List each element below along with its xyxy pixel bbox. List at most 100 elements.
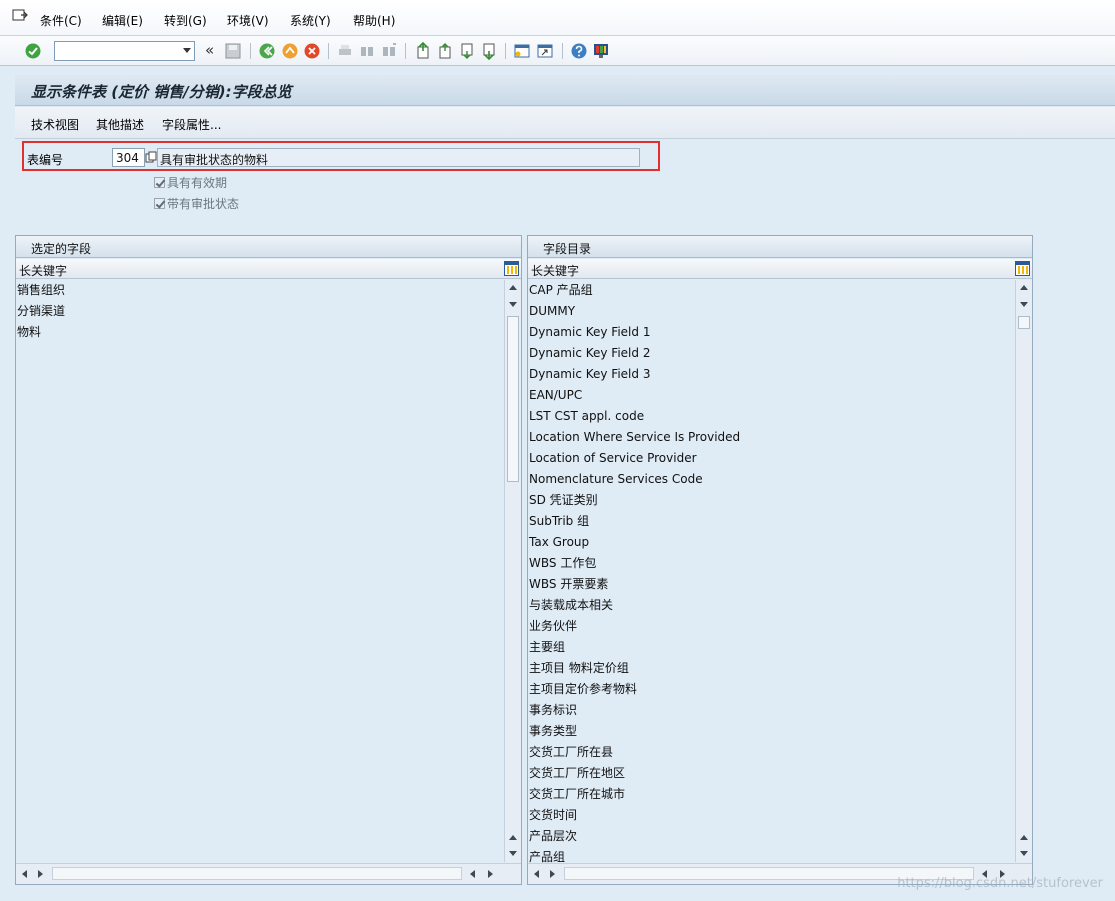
list-item[interactable]: 主项目定价参考物料 xyxy=(528,679,1014,700)
scroll-down-icon[interactable] xyxy=(1020,851,1028,856)
scroll-thumb[interactable] xyxy=(1018,316,1030,329)
menu-help[interactable]: 帮助(H) xyxy=(353,12,395,29)
command-input[interactable] xyxy=(55,42,175,60)
help-icon[interactable] xyxy=(570,42,588,60)
selected-fields-column-header[interactable]: 长关键字 xyxy=(16,259,521,279)
table-number-field[interactable]: 304 xyxy=(112,148,145,167)
last-page-icon[interactable] xyxy=(480,42,498,60)
print-icon[interactable] xyxy=(336,42,354,60)
list-item[interactable]: 产品层次 xyxy=(528,826,1014,847)
scroll-right-icon[interactable] xyxy=(38,870,43,878)
command-field[interactable] xyxy=(54,41,195,61)
scroll-right-icon[interactable] xyxy=(550,870,555,878)
scroll-up-icon[interactable] xyxy=(509,835,517,840)
scroll-down-icon[interactable] xyxy=(509,851,517,856)
scroll-thumb[interactable] xyxy=(507,316,519,482)
list-item[interactable]: Nomenclature Services Code xyxy=(528,469,1014,490)
standard-toolbar: « xyxy=(0,36,1115,66)
toolbar-separator xyxy=(562,43,563,59)
scroll-right-icon[interactable] xyxy=(488,870,493,878)
create-session-icon[interactable] xyxy=(513,42,531,60)
menu-goto[interactable]: 转到(G) xyxy=(164,12,207,29)
find-next-icon[interactable] xyxy=(380,42,398,60)
list-item[interactable]: 交货工厂所在城市 xyxy=(528,784,1014,805)
chevron-down-icon[interactable] xyxy=(183,48,191,53)
list-item[interactable]: SubTrib 组 xyxy=(528,511,1014,532)
list-item[interactable]: Dynamic Key Field 2 xyxy=(528,343,1014,364)
checkbox-checked-icon xyxy=(154,177,165,188)
list-item[interactable]: 与装载成本相关 xyxy=(528,595,1014,616)
list-item[interactable]: 销售组织 xyxy=(16,280,503,301)
next-page-icon[interactable] xyxy=(458,42,476,60)
list-item[interactable]: WBS 开票要素 xyxy=(528,574,1014,595)
list-item[interactable]: 交货时间 xyxy=(528,805,1014,826)
previous-page-icon[interactable] xyxy=(436,42,454,60)
list-item[interactable]: Location of Service Provider xyxy=(528,448,1014,469)
selected-fields-vscrollbar[interactable] xyxy=(504,280,521,862)
scroll-left-icon[interactable] xyxy=(470,870,475,878)
watermark: https://blog.csdn.net/stuforever xyxy=(897,876,1103,891)
field-catalog-vscrollbar[interactable] xyxy=(1015,280,1032,862)
column-header-label: 长关键字 xyxy=(531,264,580,278)
first-page-icon[interactable] xyxy=(414,42,432,60)
selected-fields-title: 选定的字段 xyxy=(31,242,92,256)
menu-edit[interactable]: 编辑(E) xyxy=(102,12,143,29)
list-item[interactable]: WBS 工作包 xyxy=(528,553,1014,574)
field-attributes-button[interactable]: 字段属性... xyxy=(162,116,221,133)
list-item[interactable]: Dynamic Key Field 3 xyxy=(528,364,1014,385)
column-layout-icon[interactable] xyxy=(1015,261,1030,276)
find-icon[interactable] xyxy=(358,42,376,60)
scroll-down-icon[interactable] xyxy=(509,302,517,307)
selected-fields-title-bar: 选定的字段 xyxy=(16,236,521,258)
title-bar: 显示条件表 (定价 销售/分销):字段总览 xyxy=(15,75,1115,106)
toolbar-separator xyxy=(405,43,406,59)
scroll-left-icon[interactable] xyxy=(534,870,539,878)
list-item[interactable]: CAP 产品组 xyxy=(528,280,1014,301)
list-item[interactable]: 业务伙伴 xyxy=(528,616,1014,637)
field-catalog-list: CAP 产品组 DUMMY Dynamic Key Field 1 Dynamic K… xyxy=(528,280,1014,868)
list-item[interactable]: 交货工厂所在地区 xyxy=(528,763,1014,784)
scroll-left-icon[interactable] xyxy=(22,870,27,878)
back-glyph[interactable]: « xyxy=(205,41,214,59)
scroll-up-icon[interactable] xyxy=(509,285,517,290)
hscroll-thumb[interactable] xyxy=(52,867,462,880)
list-item[interactable]: DUMMY xyxy=(528,301,1014,322)
list-item[interactable]: LST CST appl. code xyxy=(528,406,1014,427)
field-catalog-column-header[interactable]: 长关键字 xyxy=(528,259,1032,279)
save-icon[interactable] xyxy=(224,42,242,60)
menu-conditions[interactable]: 条件(C) xyxy=(40,12,82,29)
app-menu-icon[interactable] xyxy=(12,9,28,23)
scroll-up-icon[interactable] xyxy=(1020,285,1028,290)
page-title: 显示条件表 (定价 销售/分销):字段总览 xyxy=(31,83,292,101)
toolbar-separator xyxy=(328,43,329,59)
list-item[interactable]: 事务类型 xyxy=(528,721,1014,742)
list-item[interactable]: EAN/UPC xyxy=(528,385,1014,406)
list-item[interactable]: Dynamic Key Field 1 xyxy=(528,322,1014,343)
list-item[interactable]: Tax Group xyxy=(528,532,1014,553)
approval-status-label: 带有审批状态 xyxy=(167,197,240,211)
column-layout-icon[interactable] xyxy=(504,261,519,276)
menu-system[interactable]: 系统(Y) xyxy=(290,12,331,29)
cancel-icon[interactable] xyxy=(303,42,321,60)
list-item[interactable]: 事务标识 xyxy=(528,700,1014,721)
list-item[interactable]: 主项目 物料定价组 xyxy=(528,658,1014,679)
list-item[interactable]: 交货工厂所在县 xyxy=(528,742,1014,763)
menu-environment[interactable]: 环境(V) xyxy=(227,12,269,29)
list-item[interactable]: 分销渠道 xyxy=(16,301,503,322)
back-icon[interactable] xyxy=(258,42,276,60)
list-item[interactable]: 物料 xyxy=(16,322,503,343)
shortcut-icon[interactable] xyxy=(536,42,554,60)
scroll-down-icon[interactable] xyxy=(1020,302,1028,307)
list-item[interactable]: Location Where Service Is Provided xyxy=(528,427,1014,448)
other-description-button[interactable]: 其他描述 xyxy=(96,116,144,133)
list-item[interactable]: 主要组 xyxy=(528,637,1014,658)
customize-layout-icon[interactable] xyxy=(592,42,610,60)
enter-check-icon[interactable] xyxy=(24,42,42,60)
selected-fields-panel: 选定的字段 长关键字 销售组织 分销渠道 物料 xyxy=(15,235,522,885)
menu-bar: 条件(C) 编辑(E) 转到(G) 环境(V) 系统(Y) 帮助(H) xyxy=(0,0,1115,36)
scroll-up-icon[interactable] xyxy=(1020,835,1028,840)
list-item[interactable]: SD 凭证类别 xyxy=(528,490,1014,511)
technical-view-button[interactable]: 技术视图 xyxy=(31,116,79,133)
exit-icon[interactable] xyxy=(281,42,299,60)
selected-fields-hscrollbar[interactable] xyxy=(16,863,521,884)
